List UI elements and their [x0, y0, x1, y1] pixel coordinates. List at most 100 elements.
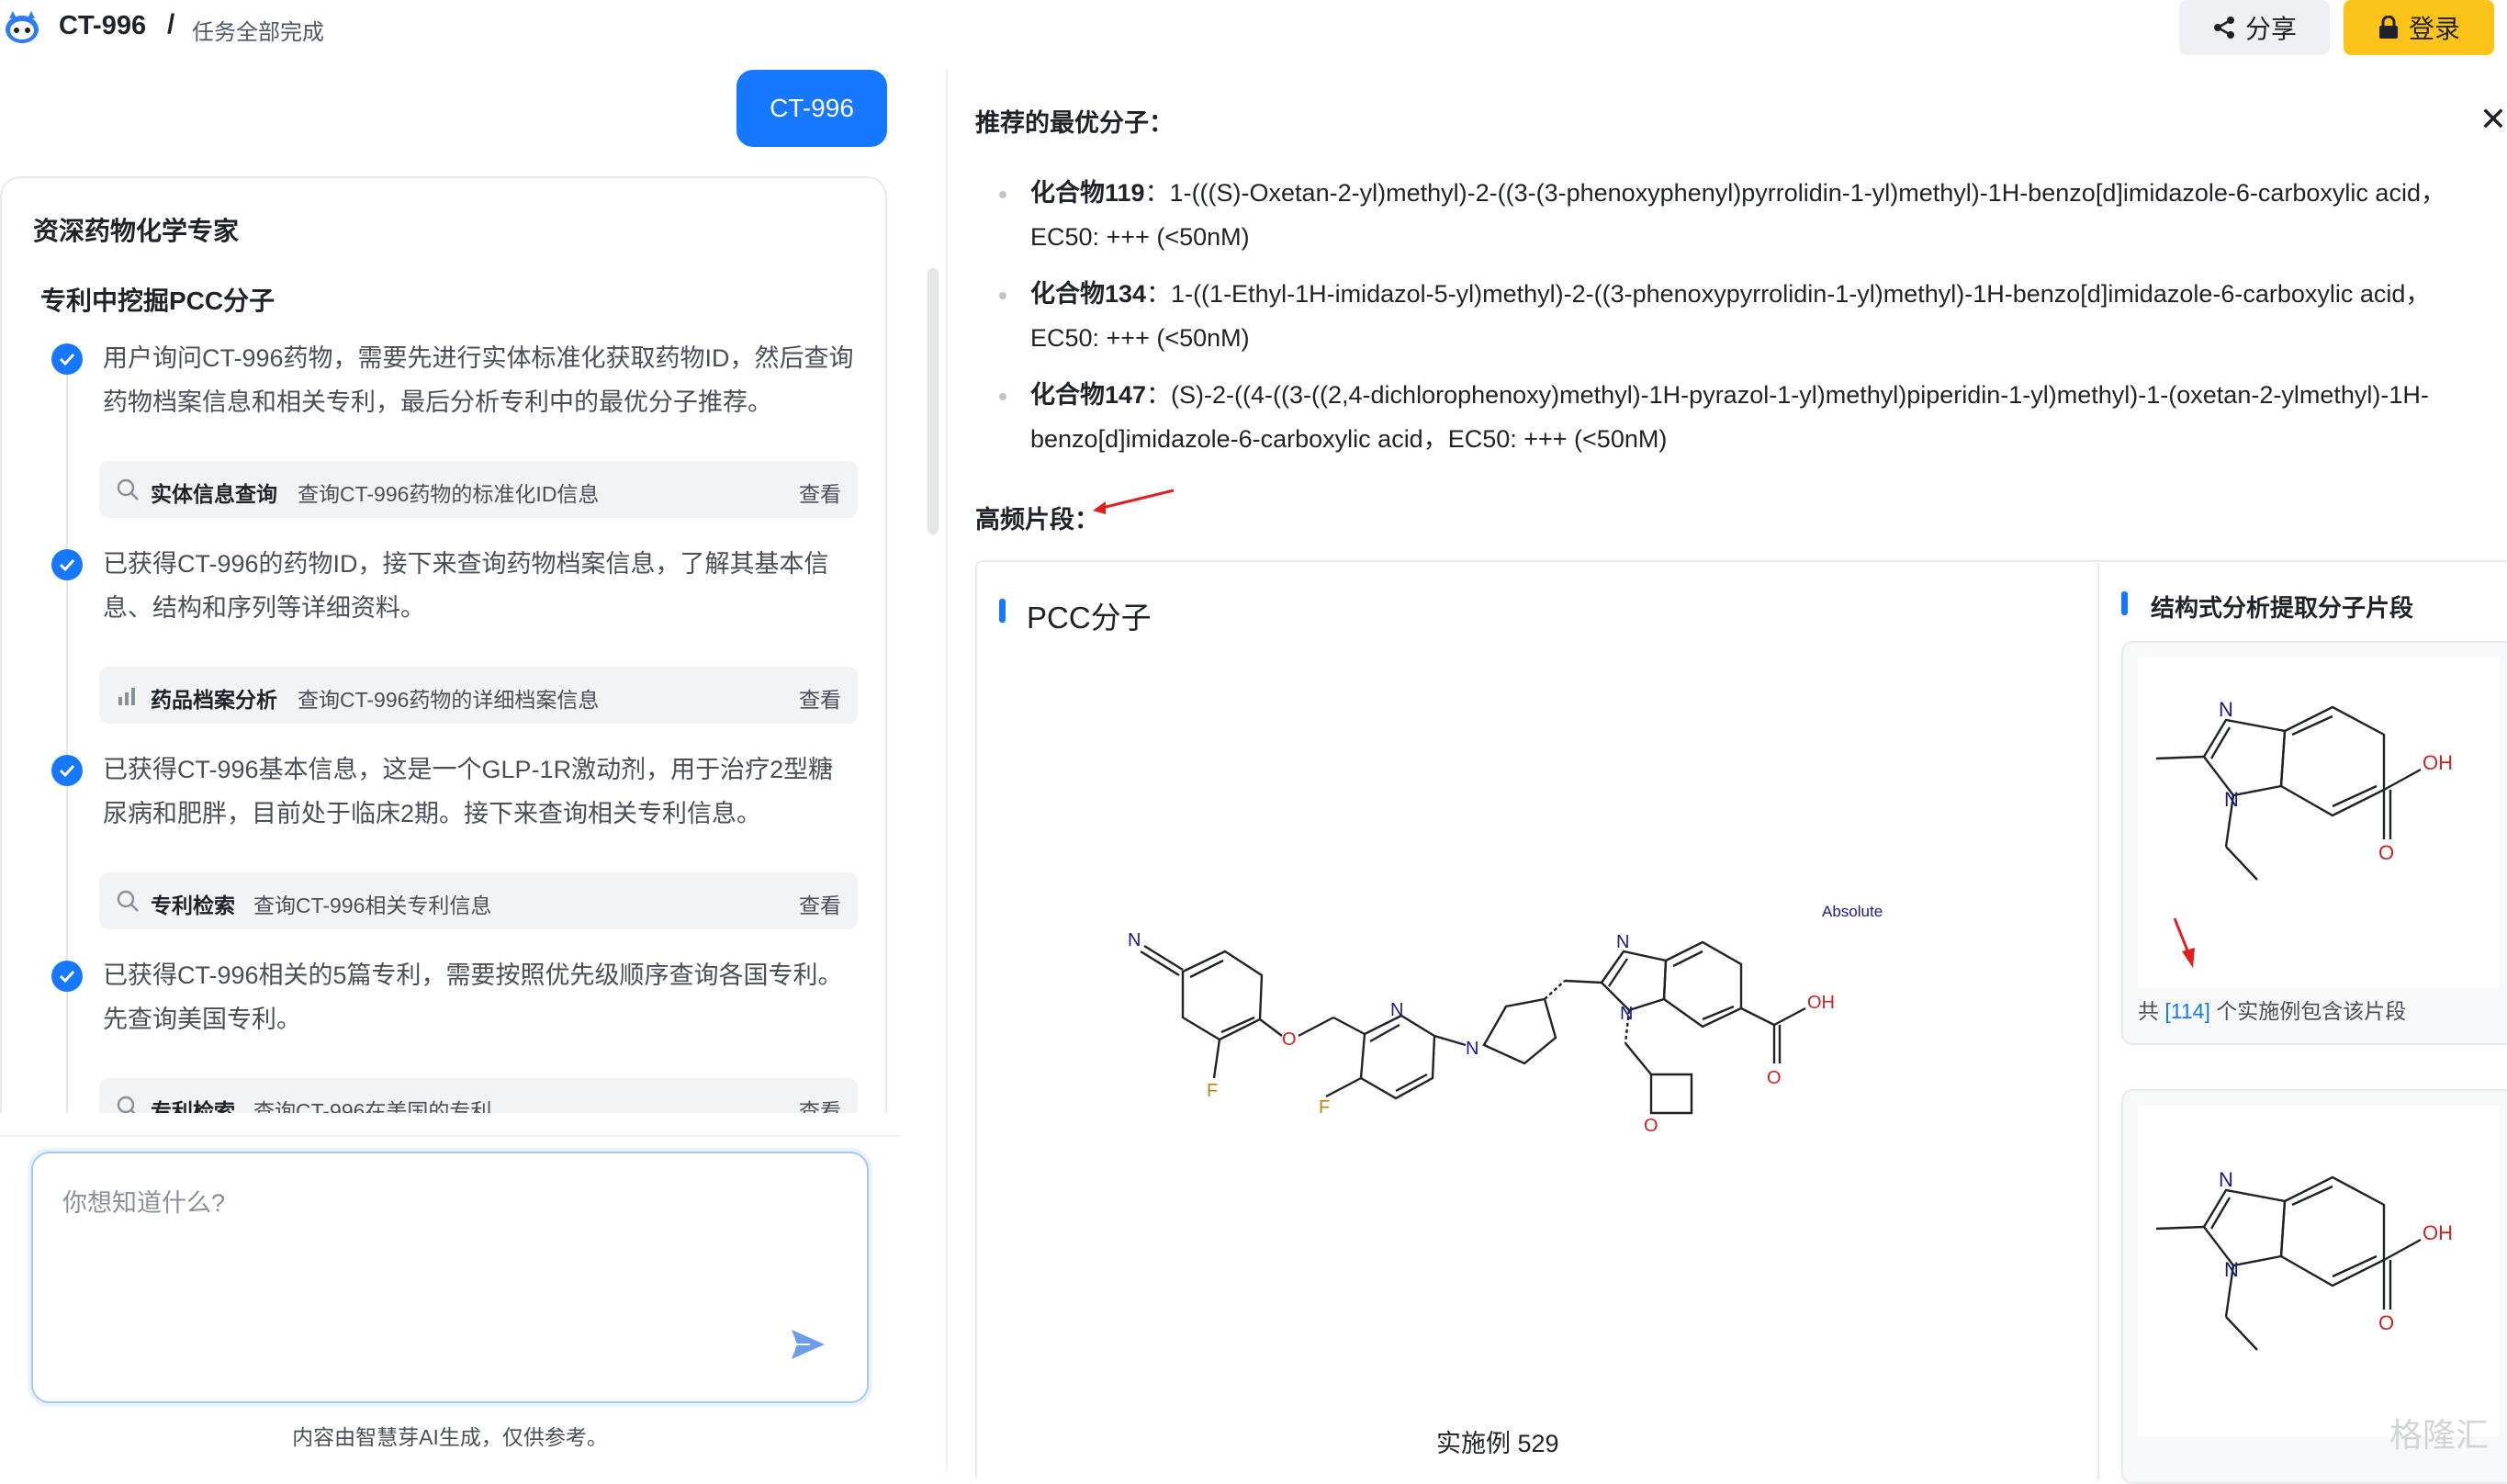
share-icon	[2212, 16, 2236, 39]
bullet-dot	[999, 292, 1006, 299]
svg-text:Absolute: Absolute	[1822, 903, 1883, 920]
search-icon	[116, 478, 140, 501]
compound-item: 化合物119：1-(((S)-Oxetan-2-yl)methyl)-2-((3…	[1030, 171, 2490, 259]
example-caption: 实施例 529	[1436, 1423, 1559, 1459]
step-check-icon	[51, 961, 83, 992]
chat-scrollbar[interactable]	[927, 268, 939, 534]
compound-item: 化合物147：(S)-2-((4-((3-((2,4-dichloropheno…	[1030, 373, 2490, 461]
view-link[interactable]: 查看	[799, 477, 841, 508]
svg-text:O: O	[1767, 1068, 1782, 1088]
app-logo-icon	[4, 9, 40, 46]
fragment-structure: N N OH O	[2138, 658, 2500, 988]
login-label: 登录	[2409, 9, 2460, 46]
task-status: 任务全部完成	[192, 14, 324, 46]
panel-divider	[2097, 562, 2099, 1480]
top-bar: CT-996 / 任务全部完成 分享 登录	[0, 0, 2507, 70]
tool-call-pill[interactable]: 药品档案分析 查询CT-996药物的详细档案信息 查看	[99, 667, 858, 724]
annotation-arrow-icon	[1085, 483, 1177, 520]
close-icon[interactable]: ✕	[2479, 103, 2507, 136]
side-title: 结构式分析提取分子片段	[2151, 590, 2413, 624]
question-input[interactable]: 你想知道什么?	[31, 1152, 869, 1403]
chat-panel: CT-996 资深药物化学专家 专利中挖掘PCC分子 用户询问CT-996药物，…	[0, 70, 946, 1471]
svg-text:N: N	[1466, 1039, 1478, 1059]
svg-text:OH: OH	[2423, 751, 2453, 774]
tool-name: 专利检索	[151, 1094, 235, 1113]
login-button[interactable]: 登录	[2344, 0, 2494, 55]
agent-response-card: 资深药物化学专家 专利中挖掘PCC分子 用户询问CT-996药物，需要先进行实体…	[0, 176, 887, 1113]
recommended-heading: 推荐的最优分子：	[975, 103, 1174, 139]
agent-title: 资深药物化学专家	[33, 211, 239, 248]
svg-text:OH: OH	[2423, 1221, 2453, 1244]
search-icon	[116, 1095, 140, 1113]
title-separator: /	[167, 9, 174, 40]
svg-text:N: N	[1620, 1004, 1633, 1024]
svg-text:O: O	[2378, 841, 2394, 864]
view-link[interactable]: 查看	[799, 682, 841, 714]
fragment-count: 共 [114] 个实施例包含该片段	[2138, 994, 2406, 1025]
svg-text:N: N	[1616, 932, 1629, 952]
tool-name: 实体信息查询	[151, 477, 277, 508]
compound-label: 化合物134	[1030, 280, 1146, 308]
svg-text:N: N	[2219, 698, 2233, 721]
svg-text:N: N	[2224, 1258, 2239, 1281]
annotation-arrow-icon	[2175, 918, 2195, 968]
compound-text: ：1-((1-Ethyl-1H-imidazol-5-yl)methyl)-2-…	[1030, 280, 2430, 352]
svg-text:N: N	[1128, 930, 1141, 950]
step-text: 用户询问CT-996药物，需要先进行实体标准化获取药物ID，然后查询药物档案信息…	[103, 336, 856, 424]
section-accent-bar	[999, 599, 1006, 623]
tool-call-pill[interactable]: 专利检索 查询CT-996相关专利信息 查看	[99, 872, 858, 929]
send-icon[interactable]	[790, 1328, 826, 1361]
pcc-title: PCC分子	[1027, 593, 1152, 637]
fragment-panel: PCC分子 Absolute	[975, 560, 2507, 1478]
section-accent-bar	[2121, 591, 2128, 615]
input-placeholder: 你想知道什么?	[62, 1183, 225, 1219]
svg-text:N: N	[2219, 1168, 2233, 1191]
user-message-bubble: CT-996	[736, 70, 887, 147]
share-button[interactable]: 分享	[2179, 0, 2330, 55]
svg-text:O: O	[1644, 1116, 1658, 1136]
step-check-icon	[51, 343, 83, 375]
fragment-count-link[interactable]: [114]	[2164, 999, 2209, 1023]
tool-call-pill[interactable]: 专利检索 查询CT-996在美国的专利 查看	[99, 1078, 858, 1113]
svg-text:N: N	[2224, 788, 2239, 811]
search-icon	[116, 889, 140, 913]
share-label: 分享	[2245, 9, 2297, 46]
pcc-molecule-structure: Absolute	[1124, 838, 1914, 1260]
tool-name: 专利检索	[151, 888, 235, 919]
svg-text:O: O	[1282, 1029, 1297, 1050]
step-text: 已获得CT-996的药物ID，接下来查询药物档案信息，了解其基本信息、结构和序列…	[103, 542, 856, 630]
watermark: 格隆汇	[2389, 1409, 2489, 1456]
fragment-structure: N N OH O	[2138, 1106, 2500, 1436]
tool-description: 查询CT-996在美国的专利	[253, 1094, 491, 1113]
timeline-line	[66, 362, 68, 1113]
tool-name: 药品档案分析	[151, 682, 277, 714]
bullet-dot	[999, 191, 1006, 198]
section-title: 专利中挖掘PCC分子	[40, 281, 275, 318]
step-check-icon	[51, 755, 83, 786]
compound-label: 化合物147	[1030, 381, 1146, 409]
ai-disclaimer: 内容由智慧芽AI生成，仅供参考。	[0, 1420, 900, 1451]
view-link[interactable]: 查看	[799, 1094, 841, 1113]
chart-icon	[116, 683, 140, 707]
compound-text: ：1-(((S)-Oxetan-2-yl)methyl)-2-((3-(3-ph…	[1030, 179, 2445, 251]
step-text: 已获得CT-996相关的5篇专利，需要按照优先级顺序查询各国专利。先查询美国专利…	[103, 953, 856, 1041]
svg-text:O: O	[2378, 1311, 2394, 1334]
bullet-dot	[999, 393, 1006, 400]
step-text: 已获得CT-996基本信息，这是一个GLP-1R激动剂，用于治疗2型糖尿病和肥胖…	[103, 748, 856, 836]
result-panel: 推荐的最优分子： ✕ 化合物119：1-(((S)-Oxetan-2-yl)me…	[946, 70, 2507, 1471]
svg-text:OH: OH	[1807, 993, 1835, 1013]
view-link[interactable]: 查看	[799, 888, 841, 919]
fragments-heading: 高频片段：	[975, 500, 1099, 535]
svg-text:N: N	[1390, 1000, 1403, 1020]
compound-item: 化合物134：1-((1-Ethyl-1H-imidazol-5-yl)meth…	[1030, 272, 2490, 360]
step-check-icon	[51, 549, 83, 580]
svg-text:F: F	[1207, 1081, 1218, 1101]
fragment-card[interactable]: N N OH O 共 [114] 个实施例包含该片段	[2121, 641, 2507, 1045]
lock-icon	[2378, 16, 2400, 39]
tool-description: 查询CT-996药物的标准化ID信息	[298, 477, 599, 508]
tool-call-pill[interactable]: 实体信息查询 查询CT-996药物的标准化ID信息 查看	[99, 461, 858, 518]
tool-description: 查询CT-996药物的详细档案信息	[298, 682, 599, 714]
compound-label: 化合物119	[1030, 179, 1145, 207]
tool-description: 查询CT-996相关专利信息	[253, 888, 491, 919]
compound-text: ：(S)-2-((4-((3-((2,4-dichlorophenoxy)met…	[1030, 381, 2429, 453]
